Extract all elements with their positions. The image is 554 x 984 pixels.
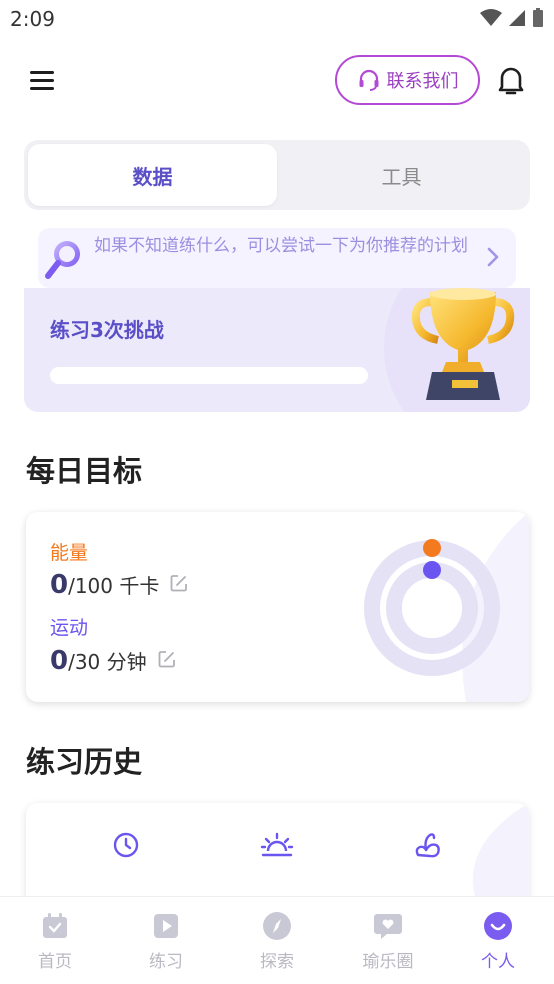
nav-explore[interactable]: 探索 [237, 911, 317, 972]
daily-goal-title: 每日目标 [26, 454, 143, 488]
daily-goal-ring-chart [364, 539, 500, 676]
system-icons [480, 8, 544, 28]
nav-community[interactable]: 瑜乐圈 [348, 911, 428, 972]
edit-exercise-icon[interactable] [157, 649, 177, 669]
smile-icon [484, 912, 512, 940]
hamburger-menu-icon[interactable] [28, 68, 56, 92]
exercise-value: 0 /30 分钟 [50, 646, 177, 676]
magnifier-icon [45, 241, 80, 279]
energy-value: 0 /100 千卡 [50, 570, 189, 600]
chat-heart-icon [374, 914, 402, 939]
nav-practice-label: 练习 [149, 952, 183, 972]
compass-icon [263, 912, 291, 940]
practice-history-title: 练习历史 [26, 745, 143, 779]
signal-icon [509, 10, 525, 26]
calendar-icon [43, 913, 67, 938]
exercise-target: /30 分钟 [68, 650, 147, 674]
contact-us-button[interactable]: 联系我们 [335, 55, 480, 105]
clock-icon [113, 832, 139, 858]
challenge-title: 练习3次挑战 [50, 318, 164, 342]
nav-home-label: 首页 [38, 952, 72, 972]
chevron-right-icon [487, 247, 499, 267]
tab-tools[interactable]: 工具 [277, 144, 526, 206]
exercise-progress-dot [423, 561, 441, 579]
nav-profile-label: 个人 [481, 952, 515, 972]
exercise-label: 运动 [50, 617, 89, 639]
nav-community-label: 瑜乐圈 [362, 952, 414, 972]
battery-icon [533, 8, 543, 27]
status-bar: 2:09 [0, 0, 554, 38]
energy-target: /100 千卡 [68, 574, 160, 598]
nav-home[interactable]: 首页 [15, 911, 95, 972]
bottom-navigation: 首页 练习 探索 瑜乐圈 个人 [0, 896, 554, 984]
sunrise-icon [260, 832, 294, 857]
top-bar: 联系我们 [0, 50, 554, 110]
energy-current: 0 [50, 570, 69, 600]
nav-profile[interactable]: 个人 [458, 911, 538, 972]
daily-goal-card: 能量 0 /100 千卡 运动 0 /30 分钟 [26, 512, 529, 702]
play-icon [154, 914, 178, 938]
exercise-current: 0 [50, 646, 69, 676]
headset-icon [359, 69, 378, 91]
tab-data[interactable]: 数据 [28, 144, 277, 206]
recommend-plan-tip[interactable]: 如果不知道练什么，可以尝试一下为你推荐的计划 [38, 228, 516, 288]
energy-label: 能量 [50, 542, 89, 564]
energy-progress-dot [423, 539, 441, 557]
bell-icon[interactable] [497, 65, 525, 97]
nav-explore-label: 探索 [260, 952, 294, 972]
challenge-card[interactable]: 练习3次挑战 [24, 288, 530, 412]
wifi-icon [480, 9, 502, 26]
tip-text: 如果不知道练什么，可以尝试一下为你推荐的计划 [94, 236, 468, 256]
ring-center [402, 578, 462, 638]
status-time: 2:09 [10, 7, 55, 31]
muscle-icon [415, 833, 440, 858]
contact-us-label: 联系我们 [386, 71, 459, 92]
edit-energy-icon[interactable] [169, 573, 189, 593]
challenge-progress-bar [50, 367, 368, 384]
data-tools-tabs: 数据 工具 [24, 140, 530, 210]
trophy-icon [411, 288, 515, 400]
nav-practice[interactable]: 练习 [126, 911, 206, 972]
